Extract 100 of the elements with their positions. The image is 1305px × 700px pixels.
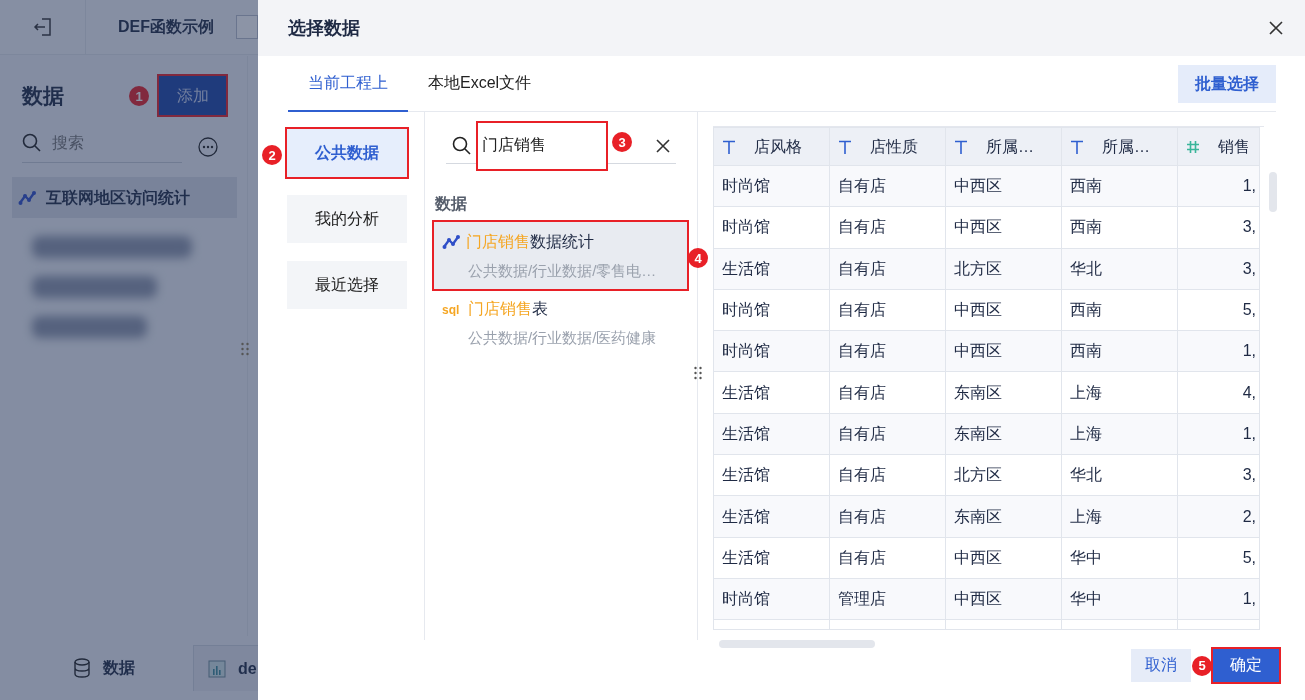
- search-field[interactable]: 门店销售: [478, 122, 606, 169]
- text-type-icon: [1070, 139, 1084, 154]
- callout-badge: 4: [688, 248, 708, 268]
- table-cell: 华北: [1061, 248, 1178, 290]
- cancel-button[interactable]: 取消: [1131, 648, 1191, 682]
- table-cell: 自有店: [829, 289, 946, 331]
- category-button[interactable]: 最近选择: [287, 261, 407, 309]
- table-cell: 3,: [1177, 454, 1260, 496]
- more-icon[interactable]: [198, 136, 218, 157]
- callout-badge: 1: [129, 86, 149, 106]
- table-cell: 中西区: [945, 165, 1062, 207]
- table-cell: 东南区: [945, 413, 1062, 455]
- dataset-item[interactable]: 互联网地区访问统计: [12, 177, 237, 218]
- sql-icon: sql: [442, 301, 462, 316]
- table-cell: 北方区: [945, 248, 1062, 290]
- panel-title: 数据: [22, 82, 64, 109]
- table-cell: 1,: [1177, 330, 1260, 372]
- search-field[interactable]: 搜索: [50, 130, 160, 156]
- table-cell: 中西区: [945, 578, 1062, 620]
- result-title: 门店销售数据统计: [466, 232, 594, 252]
- bar-chart-icon: [208, 659, 226, 678]
- table-cell: 华北: [1061, 454, 1178, 496]
- table-cell: 自有店: [829, 165, 946, 207]
- section-label: 数据: [435, 194, 468, 214]
- table-cell: 管理店: [829, 578, 946, 620]
- table-cell: 3,: [1177, 248, 1260, 290]
- confirm-button[interactable]: 确定: [1213, 648, 1279, 682]
- table-cell: 中西区: [945, 537, 1062, 579]
- table-cell: 东南区: [945, 372, 1062, 414]
- table-cell: 上海: [1061, 413, 1178, 455]
- number-type-icon: [1186, 139, 1200, 154]
- table-cell: 时尚馆: [713, 206, 830, 249]
- search-icon: [452, 135, 472, 156]
- result-path: 公共数据/行业数据/医药健康: [468, 327, 658, 348]
- table-cell: 中西区: [945, 330, 1062, 372]
- table-cell: 生活馆: [713, 537, 830, 579]
- dialog-title: 选择数据: [288, 16, 360, 40]
- category-button[interactable]: 公共数据: [287, 129, 407, 177]
- database-icon: [72, 658, 91, 678]
- table-cell: 自有店: [829, 413, 946, 455]
- drag-handle-icon[interactable]: [694, 366, 702, 380]
- scrollbar[interactable]: [719, 640, 875, 649]
- table-cell: 自有店: [829, 454, 946, 496]
- category-button[interactable]: 我的分析: [287, 195, 407, 243]
- table-cell: 自有店: [829, 495, 946, 538]
- project-title: DEF函数示例: [118, 17, 214, 37]
- table-cell: 自有店: [829, 248, 946, 290]
- table-cell: 上海: [1061, 372, 1178, 414]
- line-chart-icon: [18, 189, 36, 206]
- table-cell: 生活馆: [713, 495, 830, 538]
- table-cell: 生活馆: [713, 372, 830, 414]
- column-header: 店性质: [829, 127, 946, 166]
- table-cell: 西南: [1061, 206, 1178, 249]
- callout-badge: 3: [612, 132, 632, 153]
- scrollbar[interactable]: [1269, 172, 1277, 212]
- table-cell: 华中: [1061, 537, 1178, 579]
- table-cell: 5,: [1177, 537, 1260, 579]
- table-cell: 中西区: [945, 206, 1062, 249]
- table-cell: 4,: [1177, 372, 1260, 414]
- table-cell: 1,: [1177, 165, 1260, 207]
- tab[interactable]: 本地Excel文件: [408, 55, 552, 112]
- line-chart-icon: [442, 234, 460, 250]
- tab[interactable]: 当前工程上: [288, 55, 408, 112]
- result-item[interactable]: 门店销售数据统计 公共数据/行业数据/零售电…: [434, 222, 687, 289]
- table-cell: 时尚馆: [713, 330, 830, 372]
- table-cell: 时尚馆: [713, 165, 830, 207]
- table-cell: 中西区: [945, 289, 1062, 331]
- table-cell: 3,: [1177, 206, 1260, 249]
- result-item[interactable]: sql 门店销售表 公共数据/行业数据/医药健康: [434, 288, 687, 355]
- text-type-icon: [722, 139, 736, 154]
- column-header: 店风格: [713, 127, 830, 166]
- table-cell: 西南: [1061, 289, 1178, 331]
- clear-icon[interactable]: [656, 138, 670, 153]
- column-header: 销售: [1177, 127, 1260, 166]
- bottom-tab[interactable]: de: [193, 645, 258, 691]
- text-type-icon: [954, 139, 968, 154]
- callout-badge: 5: [1192, 655, 1212, 676]
- batch-select-button[interactable]: 批量选择: [1178, 64, 1276, 103]
- table-cell: 时尚馆: [713, 578, 830, 620]
- table-cell: 自有店: [829, 330, 946, 372]
- table-cell: 自有店: [829, 372, 946, 414]
- table-cell: 西南: [1061, 330, 1178, 372]
- table-cell: 1,: [1177, 578, 1260, 620]
- table-cell: 华中: [1061, 578, 1178, 620]
- callout-badge: 2: [262, 145, 282, 165]
- result-title: 门店销售表: [468, 298, 548, 319]
- table-cell: 自有店: [829, 537, 946, 579]
- close-button[interactable]: [1269, 21, 1283, 35]
- close-icon: [1269, 21, 1283, 35]
- table-cell: 北方区: [945, 454, 1062, 496]
- table-cell: 1,: [1177, 413, 1260, 455]
- text-type-icon: [838, 139, 852, 154]
- drag-handle-icon[interactable]: [241, 342, 249, 356]
- column-header: 所属…: [945, 127, 1062, 166]
- table-cell: 自有店: [829, 206, 946, 249]
- search-icon: [22, 133, 42, 153]
- table-cell: 5,: [1177, 289, 1260, 331]
- table-cell: 东南区: [945, 495, 1062, 538]
- column-header: 所属…: [1061, 127, 1178, 166]
- exit-icon[interactable]: [32, 17, 53, 37]
